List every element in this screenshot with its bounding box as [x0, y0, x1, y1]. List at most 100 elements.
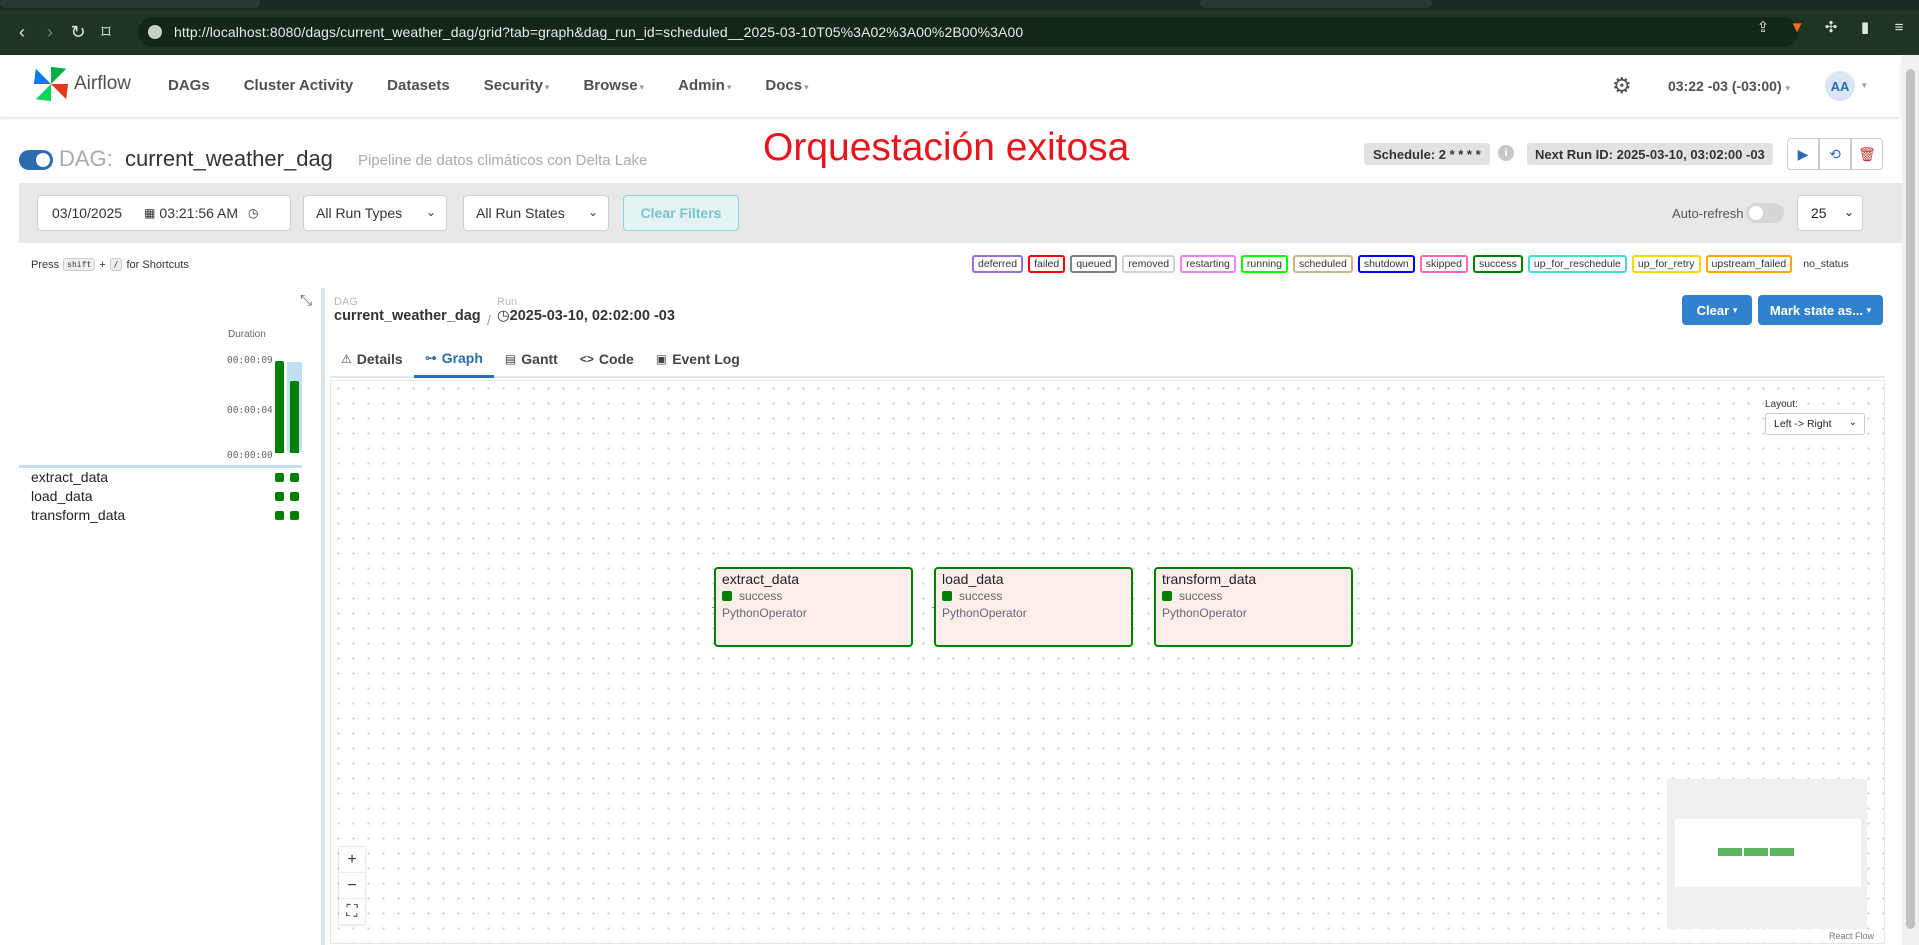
tab-details[interactable]: ⚠ Details	[330, 340, 414, 378]
tab-gantt[interactable]: ▤ Gantt	[494, 340, 569, 378]
chevron-down-icon[interactable]: ▾	[1862, 80, 1867, 91]
nav-item-datasets[interactable]: Datasets	[387, 77, 450, 94]
clock-icon: ◷	[497, 308, 510, 324]
calendar-icon: ▦	[144, 206, 156, 220]
graph-node-transform-data[interactable]: transform_data success PythonOperator	[1154, 567, 1353, 647]
state-badge[interactable]: restarting	[1180, 255, 1236, 273]
fit-view-icon[interactable]: ⛶	[339, 899, 365, 925]
state-badge[interactable]: removed	[1122, 255, 1176, 273]
tab-code[interactable]: <> Code	[569, 340, 645, 378]
graph-canvas[interactable]: Layout: Left -> Right ⌄ extract_data succ…	[330, 380, 1885, 944]
next-run-badge: Next Run ID: 2025-03-10, 03:02:00 -03	[1527, 143, 1773, 165]
task-row-label[interactable]: load_data	[31, 488, 93, 504]
tab-event-log[interactable]: ▣ Event Log	[645, 340, 751, 378]
nav-item-docs[interactable]: Docs ▾	[765, 77, 808, 94]
state-badge[interactable]: running	[1240, 255, 1288, 273]
trigger-dag-button[interactable]: ▶	[1787, 138, 1819, 170]
clear-button[interactable]: Clear ▾	[1682, 295, 1752, 325]
graph-node-extract-data[interactable]: extract_data success PythonOperator	[714, 567, 913, 647]
page-scrollbar[interactable]	[1902, 55, 1919, 945]
collapse-icon[interactable]: ⤡	[300, 292, 312, 309]
gear-icon[interactable]: ⚙	[1612, 73, 1632, 99]
main-menu: DAGs Cluster Activity Datasets Security ▾…	[168, 77, 843, 94]
site-info-icon[interactable]	[148, 25, 162, 39]
state-badge[interactable]: failed	[1028, 255, 1066, 273]
state-badge[interactable]: upstream_failed	[1705, 255, 1793, 273]
task-instance-cell[interactable]	[290, 492, 299, 501]
sidebar-icon[interactable]: ▮	[1855, 18, 1875, 36]
browser-tab-active[interactable]	[1200, 0, 1432, 8]
minimap-viewport[interactable]	[1675, 819, 1861, 887]
task-instance-cell[interactable]	[290, 473, 299, 482]
clear-filters-button[interactable]: Clear Filters	[623, 195, 739, 231]
annotation-overlay: Orquestación exitosa	[763, 126, 1130, 169]
state-badge[interactable]: up_for_retry	[1631, 255, 1701, 273]
dag-pause-toggle[interactable]	[19, 150, 53, 170]
task-instance-cell[interactable]	[275, 473, 284, 482]
run-duration-bar[interactable]	[275, 361, 284, 453]
run-state-select[interactable]: All Run States ⌄	[463, 195, 609, 231]
graph-minimap[interactable]	[1667, 779, 1867, 929]
state-badge[interactable]: shutdown	[1357, 255, 1415, 273]
state-badge[interactable]: deferred	[972, 255, 1024, 273]
browser-toolbar: ‹ › ↻ ⌑ http://localhost:8080/dags/curre…	[0, 10, 1919, 55]
scrollbar-thumb[interactable]	[1906, 69, 1915, 929]
zoom-out-icon[interactable]: −	[339, 873, 365, 899]
task-instance-cell[interactable]	[290, 511, 299, 520]
duration-tick: 00:00:00	[227, 450, 273, 461]
timezone-menu[interactable]: 03:22 -03 (-03:00) ▾	[1668, 78, 1790, 94]
run-duration-bar[interactable]	[290, 381, 299, 453]
airflow-logo[interactable]: Airflow	[32, 65, 131, 103]
task-instance-cell[interactable]	[275, 511, 284, 520]
panel-resize-handle[interactable]	[321, 288, 325, 945]
state-badge[interactable]: queued	[1070, 255, 1118, 273]
state-badge[interactable]: success	[1472, 255, 1523, 273]
zoom-in-icon[interactable]: +	[339, 847, 365, 873]
runs-count-select[interactable]: 25 ⌄	[1797, 195, 1863, 231]
react-flow-attribution[interactable]: React Flow	[1829, 931, 1874, 941]
task-row-label[interactable]: transform_data	[31, 507, 125, 523]
extensions-icon[interactable]: ✣	[1821, 18, 1841, 36]
nav-item-admin[interactable]: Admin ▾	[678, 77, 731, 94]
nav-item-security[interactable]: Security ▾	[484, 77, 550, 94]
reload-icon[interactable]: ↻	[64, 19, 92, 47]
forward-icon[interactable]: ›	[36, 19, 64, 47]
duration-label: Duration	[228, 329, 266, 340]
zoom-controls: + − ⛶	[339, 847, 365, 925]
mark-state-button[interactable]: Mark state as... ▾	[1758, 295, 1883, 325]
avatar[interactable]: AA	[1825, 71, 1855, 101]
breadcrumb-dag[interactable]: current_weather_dag	[334, 308, 481, 324]
delete-dag-button[interactable]: 🗑︎	[1851, 138, 1883, 170]
task-instance-cell[interactable]	[275, 492, 284, 501]
chevron-down-icon: ▾	[544, 82, 550, 92]
state-badge[interactable]: skipped	[1419, 255, 1468, 273]
browser-tab[interactable]	[0, 0, 260, 8]
state-badge[interactable]: no_status	[1797, 255, 1855, 273]
address-bar[interactable]: http://localhost:8080/dags/current_weath…	[138, 17, 1798, 47]
base-date-input[interactable]: 03/10/2025 ▦ 03:21:56 AM ◷	[37, 195, 291, 231]
brand-label: Airflow	[74, 73, 132, 94]
nav-item-dags[interactable]: DAGs	[168, 77, 210, 94]
page-title[interactable]: current_weather_dag	[125, 146, 333, 172]
graph-node-load-data[interactable]: load_data success PythonOperator	[934, 567, 1133, 647]
event-log-icon: ▣	[655, 352, 668, 366]
layout-select[interactable]: Left -> Right ⌄	[1765, 413, 1865, 435]
share-icon[interactable]: ⇪	[1753, 18, 1773, 36]
brave-shield-icon[interactable]: ▼	[1787, 19, 1807, 36]
bookmark-icon[interactable]: ⌑	[92, 19, 120, 47]
back-icon[interactable]: ‹	[8, 19, 36, 47]
auto-refresh-toggle[interactable]	[1746, 203, 1784, 223]
nav-item-browse[interactable]: Browse ▾	[583, 77, 644, 94]
tab-graph[interactable]: ⊶ Graph	[413, 340, 494, 378]
breadcrumb-run[interactable]: ◷2025-03-10, 02:02:00 -03	[497, 308, 675, 324]
state-badge[interactable]: up_for_reschedule	[1527, 255, 1627, 273]
nav-item-cluster-activity[interactable]: Cluster Activity	[244, 77, 353, 94]
menu-icon[interactable]: ≡	[1889, 19, 1909, 36]
state-badge[interactable]: scheduled	[1292, 255, 1353, 273]
task-row-label[interactable]: extract_data	[31, 469, 108, 485]
run-type-select[interactable]: All Run Types ⌄	[303, 195, 447, 231]
minimap-node	[1744, 848, 1768, 856]
info-icon[interactable]: i	[1498, 145, 1514, 161]
node-operator: PythonOperator	[1162, 606, 1247, 620]
parse-dag-button[interactable]: ⟲	[1819, 138, 1851, 170]
